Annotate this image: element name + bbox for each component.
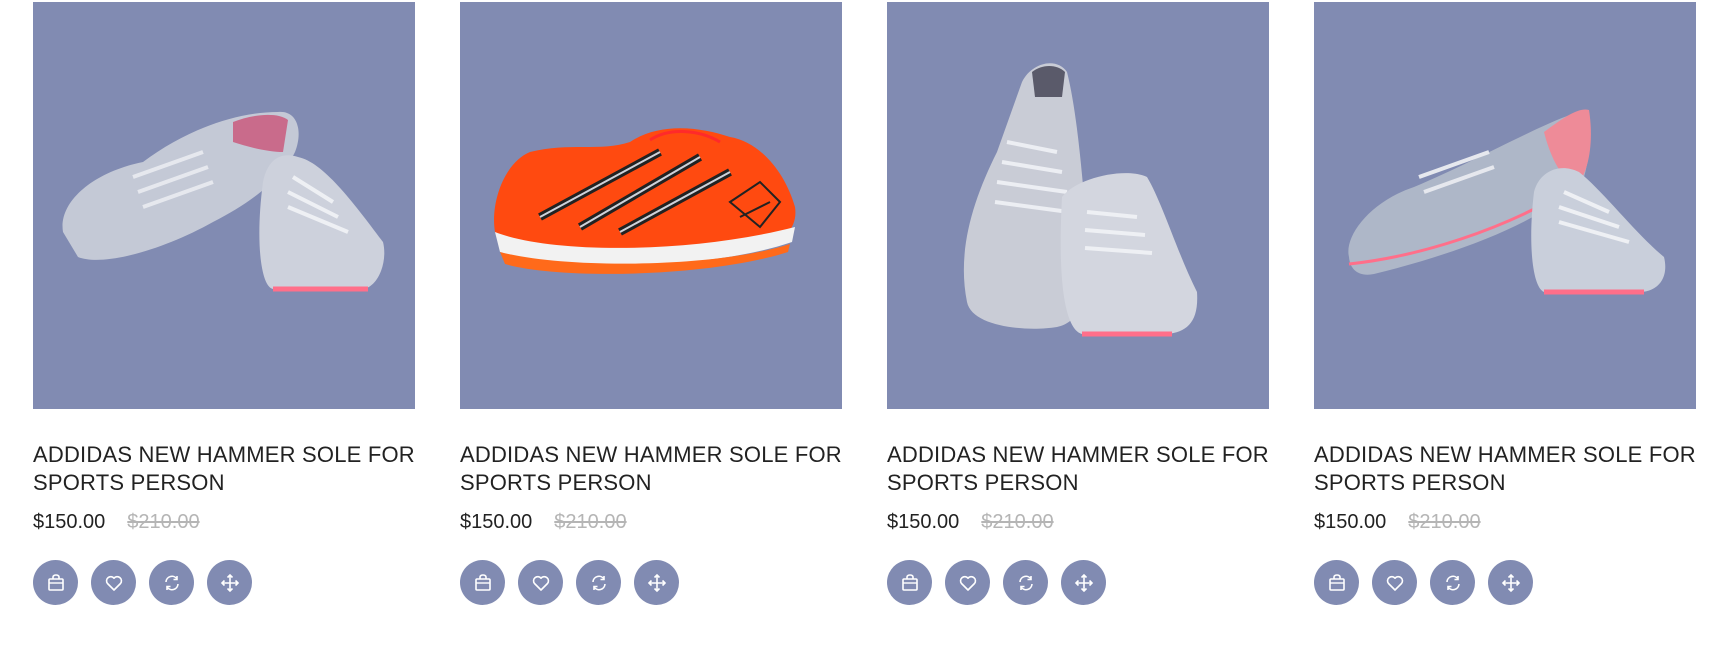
add-to-cart-button[interactable]: [1314, 560, 1359, 605]
cart-icon: [474, 573, 491, 591]
add-to-cart-button[interactable]: [887, 560, 932, 605]
sneaker-image: [1348, 109, 1666, 295]
sneaker-image: [62, 111, 385, 292]
compare-button[interactable]: [576, 560, 621, 605]
product-image[interactable]: [1314, 2, 1696, 409]
move-icon: [220, 573, 239, 592]
product-title[interactable]: ADDIDAS NEW HAMMER SOLE FOR SPORTS PERSO…: [887, 441, 1269, 497]
product-card: ADDIDAS NEW HAMMER SOLE FOR SPORTS PERSO…: [887, 2, 1269, 605]
action-buttons: [460, 560, 842, 605]
refresh-icon: [591, 575, 606, 590]
sneaker-image: [494, 128, 796, 274]
product-grid: ADDIDAS NEW HAMMER SOLE FOR SPORTS PERSO…: [33, 2, 1696, 605]
old-price: $210.00: [981, 511, 1054, 533]
product-image[interactable]: [33, 2, 415, 409]
wishlist-button[interactable]: [1372, 560, 1417, 605]
current-price: $150.00: [460, 511, 533, 533]
wishlist-button[interactable]: [518, 560, 563, 605]
add-to-cart-button[interactable]: [460, 560, 505, 605]
sneaker-image: [963, 63, 1198, 337]
current-price: $150.00: [33, 511, 106, 533]
quick-view-button[interactable]: [634, 560, 679, 605]
compare-button[interactable]: [149, 560, 194, 605]
move-icon: [647, 573, 666, 592]
move-icon: [1501, 573, 1520, 592]
add-to-cart-button[interactable]: [33, 560, 78, 605]
wishlist-button[interactable]: [945, 560, 990, 605]
product-title[interactable]: ADDIDAS NEW HAMMER SOLE FOR SPORTS PERSO…: [460, 441, 842, 497]
move-icon: [1074, 573, 1093, 592]
product-title[interactable]: ADDIDAS NEW HAMMER SOLE FOR SPORTS PERSO…: [1314, 441, 1696, 497]
product-card: ADDIDAS NEW HAMMER SOLE FOR SPORTS PERSO…: [460, 2, 842, 605]
action-buttons: [33, 560, 415, 605]
action-buttons: [1314, 560, 1696, 605]
cart-icon: [1328, 573, 1345, 591]
old-price: $210.00: [127, 511, 200, 533]
quick-view-button[interactable]: [207, 560, 252, 605]
price-row: $150.00 $210.00: [1314, 511, 1696, 534]
product-card: ADDIDAS NEW HAMMER SOLE FOR SPORTS PERSO…: [1314, 2, 1696, 605]
cart-icon: [901, 573, 918, 591]
product-image[interactable]: [887, 2, 1269, 409]
heart-icon: [1386, 575, 1403, 591]
refresh-icon: [1445, 575, 1460, 590]
price-row: $150.00 $210.00: [887, 511, 1269, 534]
quick-view-button[interactable]: [1061, 560, 1106, 605]
old-price: $210.00: [554, 511, 627, 533]
refresh-icon: [1018, 575, 1033, 590]
current-price: $150.00: [887, 511, 960, 533]
old-price: $210.00: [1408, 511, 1481, 533]
price-row: $150.00 $210.00: [33, 511, 415, 534]
compare-button[interactable]: [1003, 560, 1048, 605]
quick-view-button[interactable]: [1488, 560, 1533, 605]
heart-icon: [532, 575, 549, 591]
wishlist-button[interactable]: [91, 560, 136, 605]
action-buttons: [887, 560, 1269, 605]
price-row: $150.00 $210.00: [460, 511, 842, 534]
heart-icon: [959, 575, 976, 591]
current-price: $150.00: [1314, 511, 1387, 533]
product-card: ADDIDAS NEW HAMMER SOLE FOR SPORTS PERSO…: [33, 2, 415, 605]
product-title[interactable]: ADDIDAS NEW HAMMER SOLE FOR SPORTS PERSO…: [33, 441, 415, 497]
product-image[interactable]: [460, 2, 842, 409]
compare-button[interactable]: [1430, 560, 1475, 605]
heart-icon: [105, 575, 122, 591]
cart-icon: [47, 573, 64, 591]
refresh-icon: [164, 575, 179, 590]
